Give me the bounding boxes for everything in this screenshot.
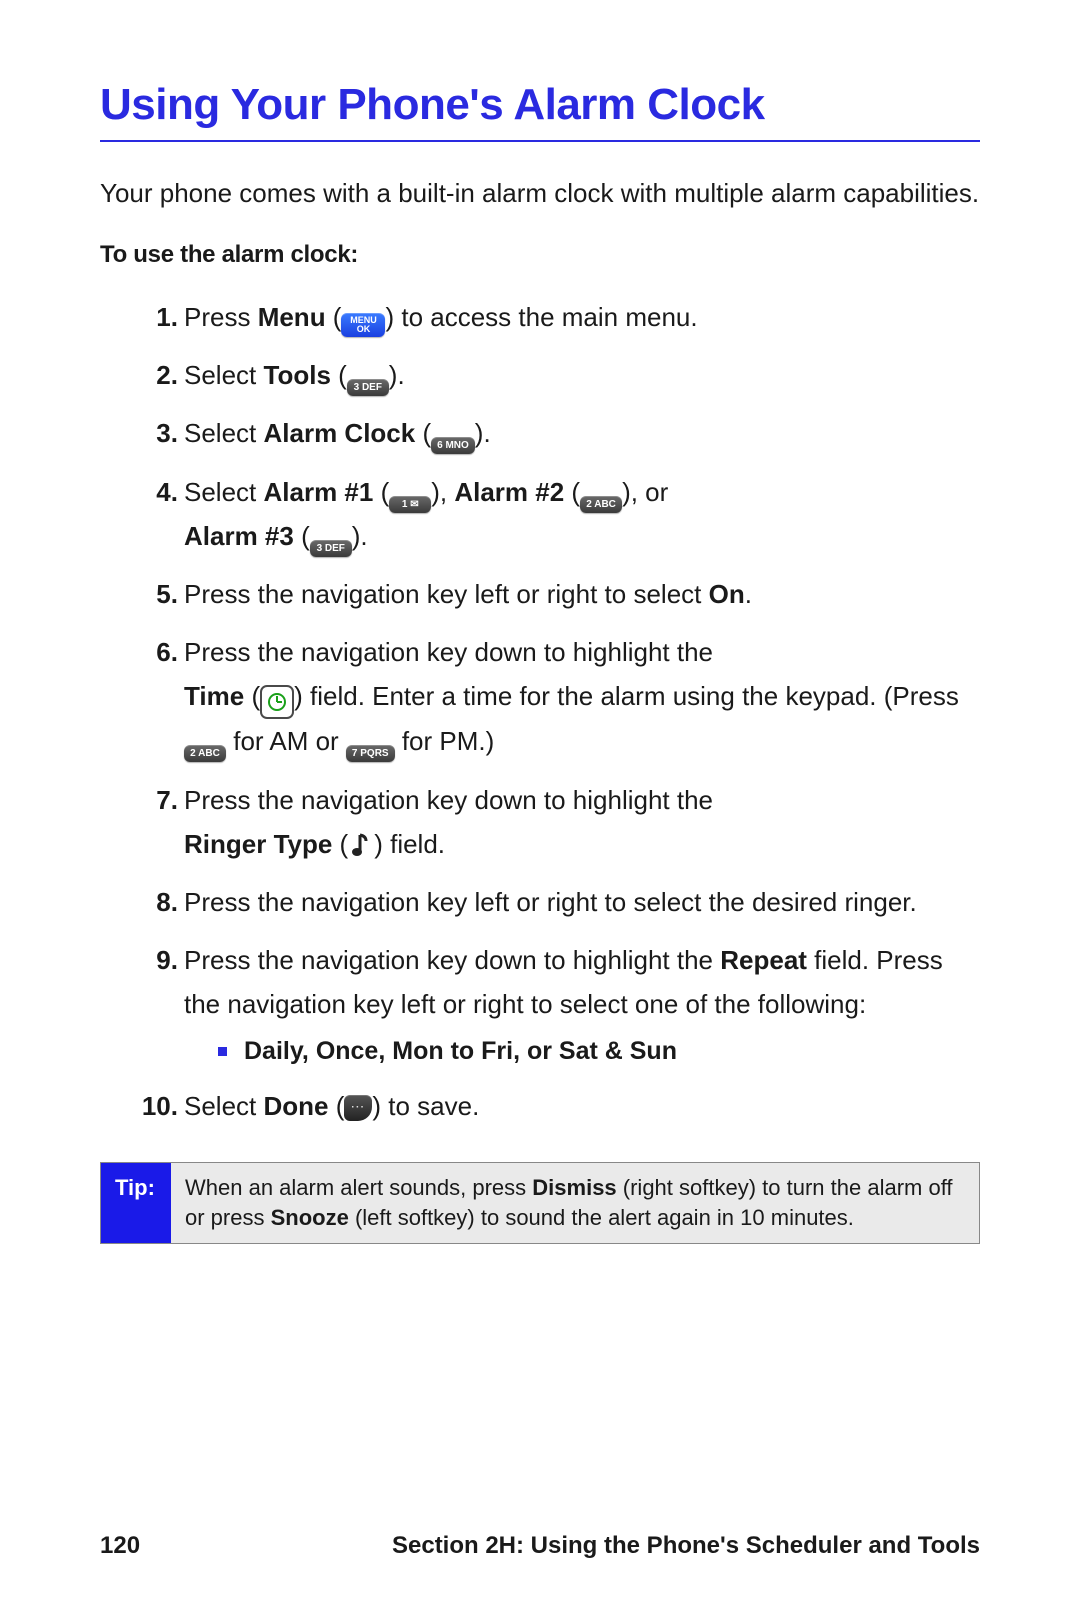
text: When an alarm alert sounds, press bbox=[185, 1175, 532, 1200]
step-3: Select Alarm Clock (6 MNO). bbox=[140, 411, 980, 455]
key-1-icon: 1 ✉ bbox=[389, 496, 431, 513]
text: ( bbox=[564, 477, 580, 507]
label-alarm-3: Alarm #3 bbox=[184, 521, 294, 551]
step-10: Select Done ( ) to save. bbox=[140, 1084, 980, 1128]
text: Select bbox=[184, 360, 264, 390]
text: ( bbox=[332, 829, 348, 859]
step-8: Press the navigation key left or right t… bbox=[140, 880, 980, 924]
text: Press bbox=[184, 302, 258, 332]
label-dismiss: Dismiss bbox=[532, 1175, 616, 1200]
label-repeat: Repeat bbox=[720, 945, 807, 975]
left-softkey-icon bbox=[344, 1095, 372, 1121]
text: ). bbox=[352, 521, 368, 551]
key-2-icon: 2 ABC bbox=[184, 745, 226, 762]
step-4: Select Alarm #1 (1 ✉), Alarm #2 (2 ABC),… bbox=[140, 470, 980, 558]
text: . bbox=[745, 579, 752, 609]
music-note-icon bbox=[348, 830, 374, 860]
text: ). bbox=[475, 418, 491, 448]
intro-paragraph: Your phone comes with a built-in alarm c… bbox=[100, 176, 980, 211]
text: ( bbox=[415, 418, 431, 448]
tip-label: Tip: bbox=[101, 1163, 171, 1242]
label-done: Done bbox=[264, 1091, 329, 1121]
section-title: Section 2H: Using the Phone's Scheduler … bbox=[392, 1532, 980, 1560]
text: ). bbox=[389, 360, 405, 390]
text: Select bbox=[184, 418, 264, 448]
text: ) field. Enter a time for the alarm usin… bbox=[294, 681, 959, 711]
menu-ok-key-icon: MENUOK bbox=[341, 313, 385, 337]
text: Select bbox=[184, 477, 264, 507]
text: ( bbox=[331, 360, 347, 390]
sep-or: , or bbox=[513, 1037, 559, 1065]
instructions-subhead: To use the alarm clock: bbox=[100, 241, 980, 269]
text: ) field. bbox=[374, 829, 445, 859]
label-alarm-clock: Alarm Clock bbox=[264, 418, 416, 448]
step-9: Press the navigation key down to highlig… bbox=[140, 938, 980, 1070]
text: ( bbox=[244, 681, 260, 711]
label-on: On bbox=[709, 579, 745, 609]
text: ) to access the main menu. bbox=[385, 302, 697, 332]
text: ( bbox=[329, 1091, 345, 1121]
opt-once: Once bbox=[316, 1037, 379, 1065]
step-1: Press Menu (MENUOK) to access the main m… bbox=[140, 295, 980, 339]
text: Press the navigation key down to highlig… bbox=[184, 785, 713, 815]
label-alarm-1: Alarm #1 bbox=[264, 477, 374, 507]
opt-mon-fri: Mon to Fri bbox=[392, 1037, 513, 1065]
text: (left softkey) to sound the alert again … bbox=[349, 1205, 854, 1230]
text: ), bbox=[431, 477, 454, 507]
repeat-options-item: Daily, Once, Mon to Fri, or Sat & Sun bbox=[244, 1033, 980, 1071]
tip-box: Tip: When an alarm alert sounds, press D… bbox=[100, 1162, 980, 1243]
step-6: Press the navigation key down to highlig… bbox=[140, 630, 980, 763]
page-number: 120 bbox=[100, 1532, 140, 1560]
text: for AM or bbox=[226, 726, 346, 756]
text: Press the navigation key left or right t… bbox=[184, 579, 709, 609]
page-footer: 120 Section 2H: Using the Phone's Schedu… bbox=[100, 1532, 980, 1560]
label-menu: Menu bbox=[258, 302, 326, 332]
opt-daily: Daily bbox=[244, 1037, 302, 1065]
label-alarm-2: Alarm #2 bbox=[454, 477, 564, 507]
label-tools: Tools bbox=[264, 360, 331, 390]
key-3-icon: 3 DEF bbox=[310, 540, 352, 557]
page-title: Using Your Phone's Alarm Clock bbox=[100, 80, 980, 142]
text: ), or bbox=[622, 477, 668, 507]
text: ( bbox=[294, 521, 310, 551]
label-snooze: Snooze bbox=[271, 1205, 349, 1230]
text: Select bbox=[184, 1091, 264, 1121]
step-2: Select Tools (3 DEF). bbox=[140, 353, 980, 397]
text: ) to save. bbox=[372, 1091, 479, 1121]
label-time: Time bbox=[184, 681, 244, 711]
sep: , bbox=[302, 1037, 316, 1065]
text: for PM.) bbox=[395, 726, 495, 756]
opt-sat-sun: Sat & Sun bbox=[559, 1037, 677, 1065]
text: Press the navigation key left or right t… bbox=[184, 887, 917, 917]
tip-body: When an alarm alert sounds, press Dismis… bbox=[171, 1163, 979, 1242]
key-7-icon: 7 PQRS bbox=[346, 745, 395, 762]
step-7: Press the navigation key down to highlig… bbox=[140, 778, 980, 866]
manual-page: Using Your Phone's Alarm Clock Your phon… bbox=[0, 0, 1080, 1620]
text: ( bbox=[326, 302, 342, 332]
sep: , bbox=[378, 1037, 392, 1065]
steps-list: Press Menu (MENUOK) to access the main m… bbox=[100, 295, 980, 1128]
key-2-icon: 2 ABC bbox=[580, 496, 622, 513]
label-ringer-type: Ringer Type bbox=[184, 829, 332, 859]
key-6-icon: 6 MNO bbox=[431, 437, 475, 454]
key-3-icon: 3 DEF bbox=[347, 379, 389, 396]
text: ( bbox=[373, 477, 389, 507]
clock-icon bbox=[260, 685, 294, 719]
text: Press the navigation key down to highlig… bbox=[184, 637, 713, 667]
repeat-options: Daily, Once, Mon to Fri, or Sat & Sun bbox=[184, 1033, 980, 1071]
text: Press the navigation key down to highlig… bbox=[184, 945, 720, 975]
step-5: Press the navigation key left or right t… bbox=[140, 572, 980, 616]
